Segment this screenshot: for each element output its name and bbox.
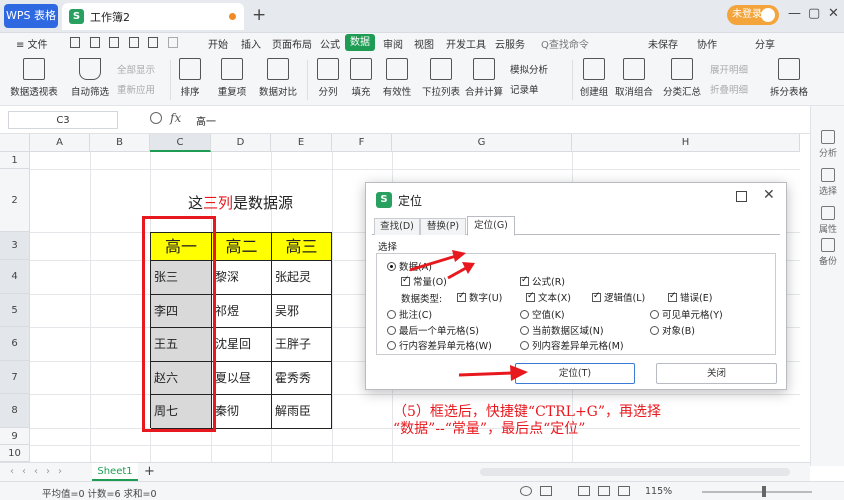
arrow-to-data-option [409,250,466,272]
sheet-tab-sheet1[interactable]: Sheet1 [92,463,138,481]
add-sheet-button[interactable]: + [144,464,155,479]
page-break-icon[interactable] [618,486,630,496]
zoom-level[interactable]: 115% [645,486,672,497]
arrow-to-locate-button [458,365,528,381]
view-mode-icon[interactable] [540,486,552,496]
status-bar: 平均值=0 计数=6 求和=0 115% [0,481,844,500]
zoom-slider[interactable] [702,491,812,493]
eye-protection-icon[interactable] [520,486,532,496]
annotation-arrows [409,250,528,381]
sheet-tab-bar: ‹‹‹›› Sheet1 + [0,462,810,481]
selection-stats: 平均值=0 计数=6 求和=0 [42,489,157,500]
normal-view-icon[interactable] [578,486,590,496]
sheet-nav-arrows-icon[interactable]: ‹‹‹›› [10,466,70,477]
zoom-slider-handle[interactable] [762,486,766,497]
horizontal-scrollbar[interactable] [480,468,790,476]
page-layout-icon[interactable] [598,486,610,496]
arrow-to-constant-option [447,262,475,280]
